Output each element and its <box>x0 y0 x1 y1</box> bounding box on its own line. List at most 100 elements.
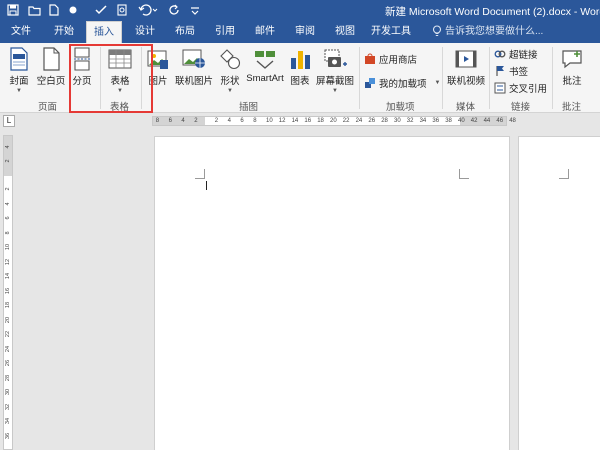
tab-review[interactable]: 审阅 <box>288 21 322 43</box>
ruler-tick-label: 28 <box>381 118 388 124</box>
cross-reference-button[interactable]: 交叉引用 <box>494 81 547 95</box>
tell-me-box[interactable]: 告诉我您想要做什么... <box>432 21 543 43</box>
group-separator <box>489 47 490 109</box>
my-addins-button[interactable]: 我的加载项 ▼ <box>364 76 440 90</box>
shapes-icon <box>217 46 243 72</box>
redo-icon[interactable] <box>168 2 182 18</box>
group-separator <box>552 47 553 109</box>
tab-references[interactable]: 引用 <box>208 21 242 43</box>
ruler-tick-label: 22 <box>342 118 350 124</box>
store-icon <box>365 53 375 64</box>
screenshot-button[interactable]: 屏幕截图 ▼ <box>315 46 355 94</box>
ruler-tick-label: 36 <box>5 432 11 439</box>
ruler-tick-label: 28 <box>5 374 11 381</box>
tab-mailings[interactable]: 邮件 <box>248 21 282 43</box>
smartart-label: SmartArt <box>246 73 284 84</box>
ruler-tick-label: 2 <box>5 187 11 191</box>
ruler-tick-label: 2 <box>5 159 11 163</box>
smartart-button[interactable]: SmartArt <box>246 46 284 84</box>
tab-layout[interactable]: 布局 <box>168 21 202 43</box>
ruler-tick-label: 30 <box>5 388 11 396</box>
ruler-tick-label: 46 <box>496 118 504 124</box>
highlight-box <box>69 44 153 113</box>
ruler-tick-label: 12 <box>5 258 11 265</box>
chevron-down-icon: ▼ <box>434 80 441 86</box>
tab-developer[interactable]: 开发工具 <box>366 21 416 43</box>
ruler-tick-label: 38 <box>445 118 452 124</box>
tell-me-placeholder: 告诉我您想要做什么... <box>445 26 544 37</box>
record-icon[interactable] <box>66 2 80 18</box>
cover-page-button[interactable]: 封面 ▼ <box>5 46 33 94</box>
ruler-tick-label: 26 <box>368 118 376 124</box>
tab-selector[interactable]: L <box>3 115 15 127</box>
ruler-tick-label: 6 <box>168 118 172 124</box>
cover-page-icon <box>6 46 32 72</box>
next-document-page[interactable] <box>518 136 600 450</box>
tab-design[interactable]: 设计 <box>128 21 162 43</box>
ruler-tick-label: 6 <box>5 216 11 220</box>
online-video-button[interactable]: 联机视频 <box>446 46 486 87</box>
ruler-tick-label: 8 <box>253 118 257 124</box>
online-picture-button[interactable]: 联机图片 <box>174 46 214 87</box>
document-canvas[interactable] <box>18 128 600 450</box>
group-label-addins: 加载项 <box>386 102 415 113</box>
ruler-tick-label: 44 <box>483 118 491 124</box>
ribbon-tabs: 文件 开始 插入 设计 布局 引用 邮件 审阅 视图 开发工具 告诉我您想要做什… <box>0 21 600 43</box>
group-label-illustrations: 插图 <box>239 102 259 113</box>
vertical-ruler[interactable]: 4 2 2 4 6 8 10 12 14 16 18 20 22 24 26 28 30 32 34 36 <box>3 135 13 450</box>
chevron-down-icon: ▼ <box>16 88 22 94</box>
ruler-tick-label: 4 <box>5 145 11 149</box>
hyperlink-label: 超链接 <box>509 50 538 61</box>
horizontal-ruler[interactable]: 8 6 4 2 2 4 6 8 10 12 14 16 18 20 22 24 26 28 30 32 34 36 38 40… <box>152 116 516 126</box>
chart-label: 图表 <box>290 76 310 87</box>
customize-icon[interactable] <box>189 2 201 18</box>
window-title: 新建 Microsoft Word Document (2).docx - Wo… <box>385 6 600 18</box>
cross-reference-label: 交叉引用 <box>509 84 548 95</box>
ruler-tick-label: 24 <box>355 118 363 124</box>
bookmark-button[interactable]: 书签 <box>494 64 528 78</box>
group-separator <box>359 47 360 109</box>
tab-home[interactable]: 开始 <box>47 21 81 43</box>
tab-view[interactable]: 视图 <box>328 21 362 43</box>
ruler-tick-label: 8 <box>155 118 160 124</box>
blank-page-button[interactable]: 空白页 <box>37 46 65 87</box>
store-button[interactable]: 应用商店 <box>364 52 417 66</box>
text-cursor <box>206 181 207 190</box>
hyperlink-button[interactable]: 超链接 <box>494 47 538 61</box>
ruler-tick-label: 10 <box>266 118 273 124</box>
comment-button[interactable]: 批注 <box>558 46 586 87</box>
save-icon[interactable] <box>5 2 21 18</box>
ruler-tick-label: 8 <box>5 230 11 235</box>
link-icon <box>494 50 506 58</box>
tab-insert[interactable]: 插入 <box>86 21 122 43</box>
ruler-tick-label: 24 <box>5 345 11 352</box>
shapes-button[interactable]: 形状 ▼ <box>217 46 243 94</box>
group-label-links: 链接 <box>511 102 531 113</box>
screenshot-icon <box>322 46 348 72</box>
crop-mark <box>195 169 205 179</box>
chart-button[interactable]: 图表 <box>288 46 312 87</box>
shapes-label: 形状 <box>220 76 240 87</box>
open-icon[interactable] <box>26 2 42 18</box>
bookmark-icon <box>496 66 504 76</box>
new-icon[interactable] <box>46 2 62 18</box>
crop-mark <box>459 169 469 179</box>
ruler-tick-label: 48 <box>509 118 516 124</box>
group-label-pages: 页面 <box>38 102 58 113</box>
document-page[interactable] <box>154 136 510 450</box>
undo-icon[interactable] <box>137 2 159 18</box>
store-label: 应用商店 <box>379 55 418 66</box>
ruler-tick-label: 4 <box>5 201 11 206</box>
ruler-row: L 8 6 4 2 2 4 6 8 10 12 14 16 18 20 22 24 26 28 30 32 34 36 38… <box>0 114 600 128</box>
lightbulb-icon <box>432 25 442 36</box>
online-picture-icon <box>181 46 207 72</box>
ruler-tick-label: 2 <box>214 118 219 124</box>
group-label-comments: 批注 <box>562 102 582 113</box>
title-bar: 新建 Microsoft Word Document (2).docx - Wo… <box>0 0 600 21</box>
video-icon <box>453 46 479 72</box>
blank-page-icon <box>38 46 64 72</box>
print-preview-icon[interactable] <box>115 2 129 18</box>
tab-file[interactable]: 文件 <box>4 21 38 43</box>
spelling-icon[interactable] <box>92 2 110 18</box>
ruler-tick-label: 4 <box>181 118 185 124</box>
